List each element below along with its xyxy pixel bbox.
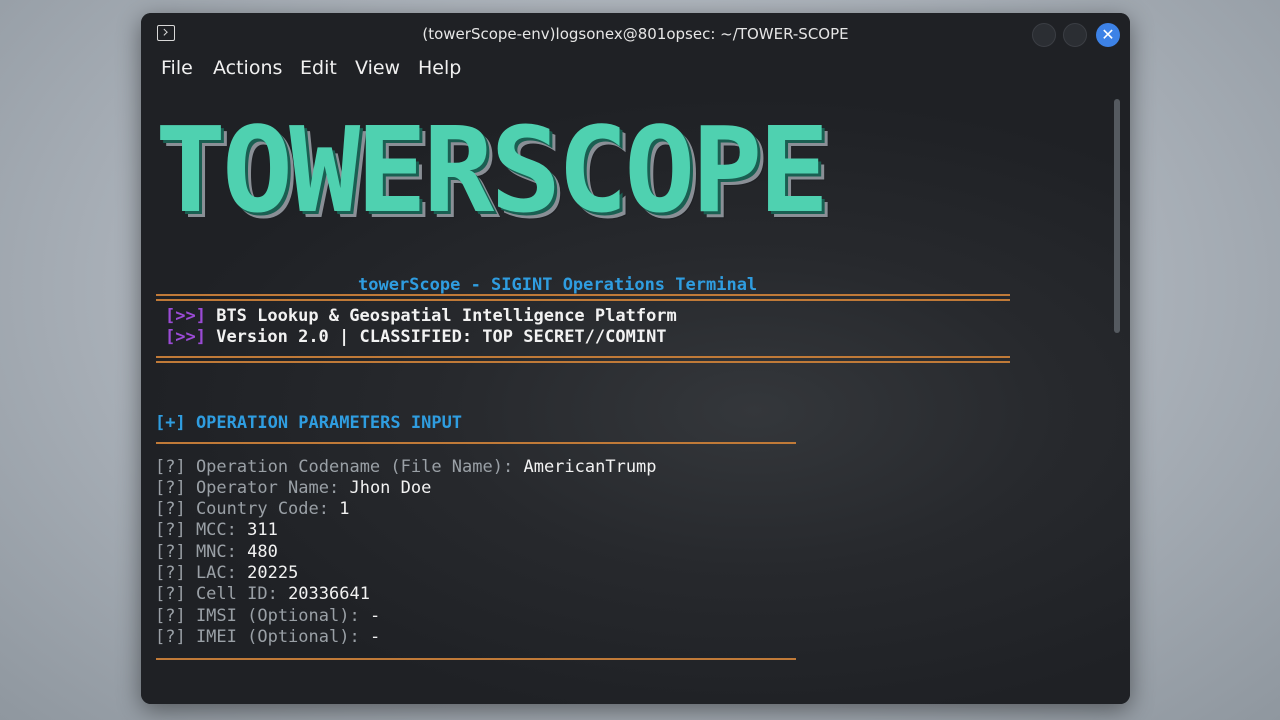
param-imsi: [?] IMSI (Optional): - <box>155 606 380 626</box>
ascii-banner: TOWERSCOPE <box>155 101 829 239</box>
menu-actions[interactable]: Actions <box>213 57 282 79</box>
param-label: [?] IMSI (Optional): <box>155 606 370 626</box>
title-bar[interactable]: (towerScope-env)logsonex@801opsec: ~/TOW… <box>141 13 1130 55</box>
param-label: [?] MNC: <box>155 542 248 562</box>
param-label: [?] MCC: <box>155 520 248 540</box>
scrollbar-thumb[interactable] <box>1114 99 1120 333</box>
info-prefix: [>>] <box>165 306 206 326</box>
param-mcc: [?] MCC: 311 <box>155 520 278 540</box>
param-label: [?] Country Code: <box>155 499 340 519</box>
maximize-button[interactable] <box>1063 23 1087 47</box>
menu-file[interactable]: File <box>161 57 193 79</box>
section-divider-top <box>156 442 796 444</box>
param-operator: [?] Operator Name: Jhon Doe <box>155 478 431 498</box>
param-label: [?] LAC: <box>155 563 248 583</box>
param-label: [?] Operation Codename (File Name): <box>155 457 524 477</box>
param-cell-id: [?] Cell ID: 20336641 <box>155 584 370 604</box>
window-title: (towerScope-env)logsonex@801opsec: ~/TOW… <box>422 25 849 43</box>
info-prefix: [>>] <box>165 327 206 347</box>
close-icon: ✕ <box>1101 25 1115 44</box>
menu-edit[interactable]: Edit <box>300 57 337 79</box>
param-value: Jhon Doe <box>349 478 432 498</box>
param-country-code: [?] Country Code: 1 <box>155 499 349 519</box>
param-codename: [?] Operation Codename (File Name): Amer… <box>155 457 657 477</box>
param-label: [?] Cell ID: <box>155 584 289 604</box>
param-value: 1 <box>339 499 350 519</box>
param-value: 311 <box>247 520 278 540</box>
info-line-1: [>>] BTS Lookup & Geospatial Intelligenc… <box>165 306 677 326</box>
divider-bottom <box>156 356 1010 363</box>
minimize-button[interactable] <box>1032 23 1056 47</box>
section-title: [+] OPERATION PARAMETERS INPUT <box>155 413 463 433</box>
param-value: AmericanTrump <box>523 457 657 477</box>
param-value: 480 <box>247 542 278 562</box>
param-mnc: [?] MNC: 480 <box>155 542 278 562</box>
terminal-window[interactable]: (towerScope-env)logsonex@801opsec: ~/TOW… <box>141 13 1130 704</box>
param-imei: [?] IMEI (Optional): - <box>155 627 380 647</box>
menu-view[interactable]: View <box>355 57 400 79</box>
param-label: [?] IMEI (Optional): <box>155 627 370 647</box>
banner-logo-text: TOWERSCOPE <box>155 101 829 239</box>
param-value: - <box>369 606 381 626</box>
info-line-2: [>>] Version 2.0 | CLASSIFIED: TOP SECRE… <box>165 327 667 347</box>
menu-bar: File Actions Edit View Help <box>141 57 1130 87</box>
divider-top <box>156 294 1010 301</box>
param-value: - <box>369 627 381 647</box>
subtitle: towerScope - SIGINT Operations Terminal <box>358 275 758 295</box>
info-text-1: BTS Lookup & Geospatial Intelligence Pla… <box>216 306 677 326</box>
param-label: [?] Operator Name: <box>155 478 350 498</box>
param-value: 20336641 <box>288 584 370 604</box>
close-button[interactable]: ✕ <box>1096 23 1120 47</box>
info-text-2: Version 2.0 | CLASSIFIED: TOP SECRET//CO… <box>216 327 667 347</box>
param-lac: [?] LAC: 20225 <box>155 563 298 583</box>
param-value: 20225 <box>247 563 299 583</box>
section-divider-bottom <box>156 658 796 660</box>
menu-help[interactable]: Help <box>418 57 461 79</box>
